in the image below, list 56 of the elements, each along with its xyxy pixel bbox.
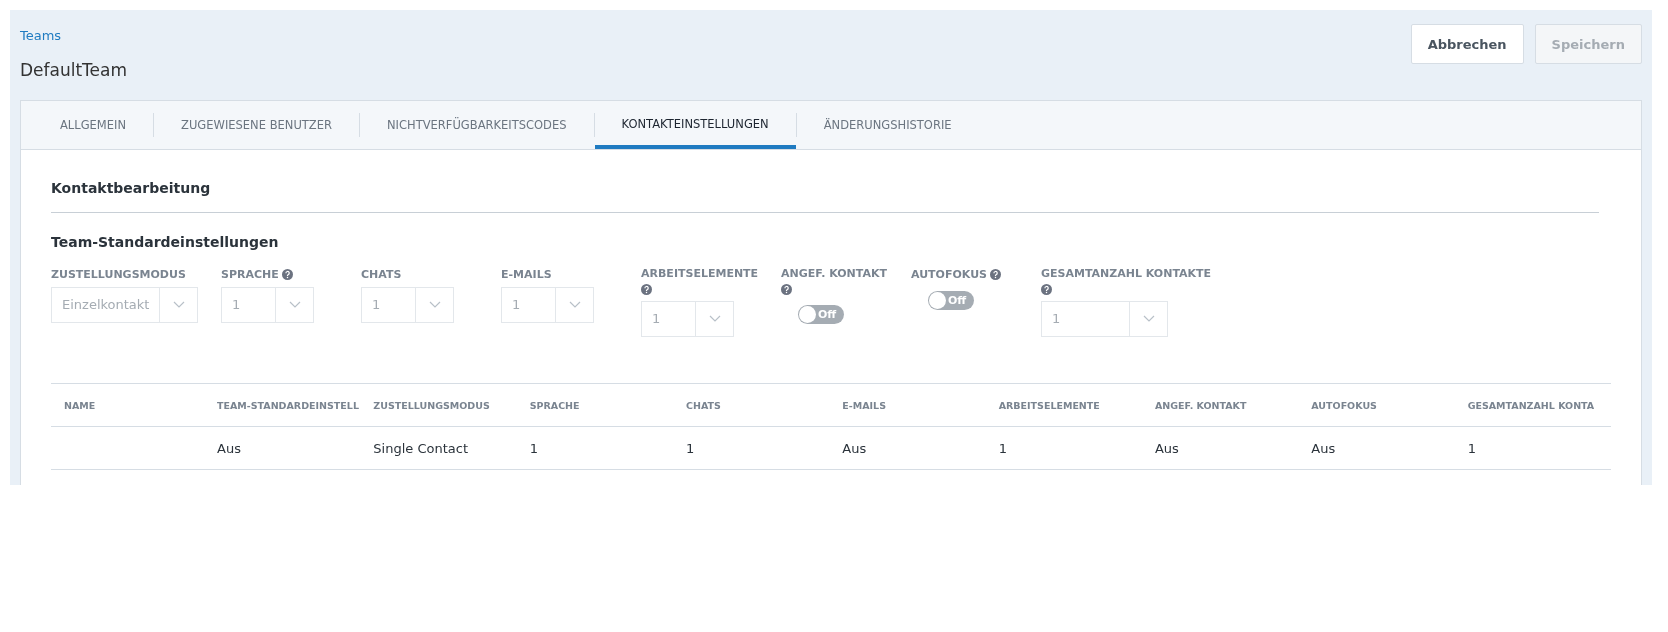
table-cell: 1 (529, 440, 538, 456)
select-field[interactable]: 1 (361, 287, 454, 323)
select-field[interactable]: 1 (501, 287, 594, 323)
field-label: CHATS (361, 267, 402, 281)
tab[interactable]: ÄNDERUNGSHISTORIE (796, 101, 979, 149)
column-header: AUTOFOKUS (1311, 399, 1377, 411)
column-header: TEAM-STANDARDEINSTELL (217, 399, 359, 411)
toggle-switch[interactable]: Off (928, 291, 974, 310)
column-header: E-MAILS (842, 399, 886, 411)
field-label: SPRACHE (221, 267, 279, 281)
chevron-down-icon (708, 315, 721, 323)
page-title: DefaultTeam (20, 60, 128, 80)
table-cell: Aus (1311, 440, 1336, 456)
table-cell: Aus (217, 440, 241, 456)
chevron-down-icon (288, 301, 301, 309)
column-header: NAME (64, 399, 96, 411)
help-icon[interactable] (641, 284, 652, 295)
tab[interactable]: NICHTVERFÜGBARKEITSCODES (360, 101, 594, 149)
tab[interactable]: ALLGEMEIN (33, 101, 154, 149)
chevron-down-icon (568, 301, 581, 309)
tab[interactable]: KONTAKTEINSTELLUNGEN (594, 101, 796, 149)
cancel-button[interactable]: Abbrechen (1410, 24, 1524, 64)
table-cell: Single Contact (373, 440, 468, 456)
help-icon[interactable] (781, 284, 792, 295)
column-header: GESAMTANZAHL KONTA (1467, 399, 1595, 411)
help-icon[interactable] (990, 268, 1001, 280)
field-label: ANGEF. KONTAKT (781, 267, 887, 280)
column-header: CHATS (686, 399, 721, 411)
chevron-down-icon (428, 301, 441, 309)
tab[interactable]: ZUGEWIESENE BENUTZER (154, 101, 359, 149)
toggle-switch[interactable]: Off (798, 305, 844, 324)
help-icon[interactable] (1041, 284, 1052, 295)
column-header: ANGEF. KONTAKT (1154, 399, 1247, 411)
table-cell: Aus (842, 440, 867, 456)
help-icon[interactable] (281, 268, 293, 280)
chevron-down-icon (172, 301, 185, 309)
chevron-down-icon (1142, 315, 1155, 323)
field-label: GESAMTANZAHL KONTAKTE (1041, 267, 1212, 280)
table-cell: Aus (1154, 440, 1179, 456)
table-cell: 1 (1467, 440, 1476, 456)
select-field[interactable]: Einzelkontakt (51, 287, 199, 323)
section-title: Kontaktbearbeitung (51, 150, 1599, 213)
field-label: AUTOFOKUS (911, 267, 987, 281)
column-header: ZUSTELLUNGSMODUS (373, 399, 490, 411)
field-label: E-MAILS (501, 267, 552, 281)
column-header: ARBEITSELEMENTE (998, 399, 1100, 411)
select-field[interactable]: 1 (1041, 301, 1168, 337)
table-cell: 1 (998, 440, 1007, 456)
subsection-title: Team-Standardeinstellungen (51, 234, 280, 250)
column-header: SPRACHE (529, 399, 580, 411)
breadcrumb-link[interactable]: Teams (20, 28, 62, 43)
field-label: ZUSTELLUNGSMODUS (51, 267, 186, 281)
table-cell: 1 (686, 440, 695, 456)
field-label: ARBEITSELEMENTE (641, 267, 759, 280)
select-field[interactable]: 1 (641, 301, 734, 337)
select-field[interactable]: 1 (221, 287, 314, 323)
